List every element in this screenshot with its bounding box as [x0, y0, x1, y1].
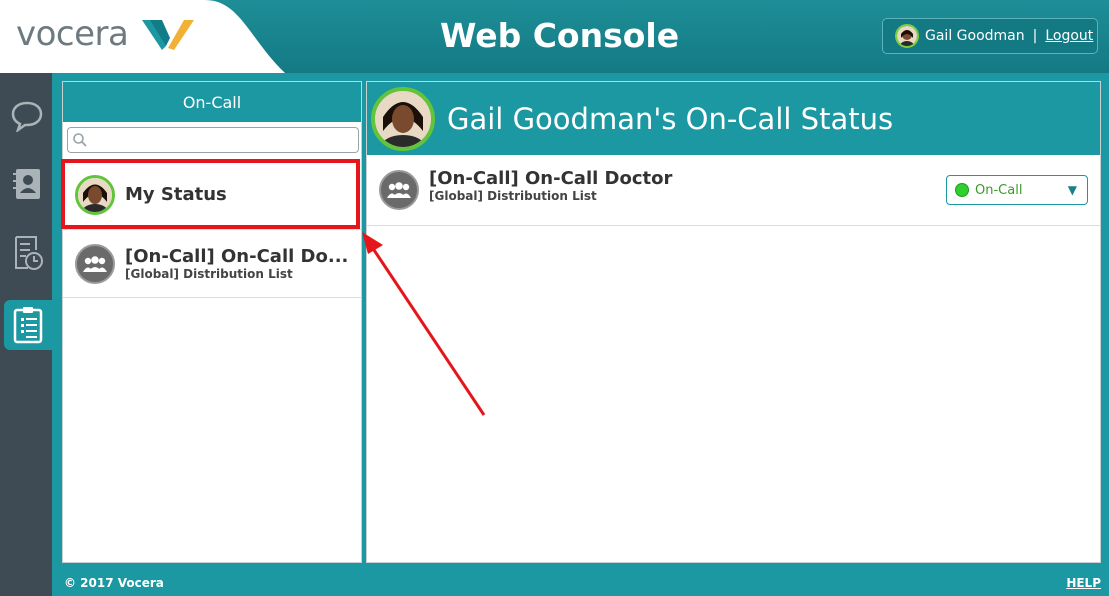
left-rail — [0, 73, 52, 596]
contacts-icon — [13, 169, 40, 199]
status-detail-panel: Gail Goodman's On-Call Status [On-Call] … — [366, 81, 1101, 563]
search-field[interactable] — [67, 127, 359, 153]
vocera-logo-icon — [142, 20, 194, 50]
copyright-text: © 2017 Vocera — [64, 576, 164, 590]
footer: © 2017 Vocera HELP — [52, 570, 1109, 596]
chevron-down-icon: ▼ — [1067, 183, 1077, 197]
rail-item-chat[interactable] — [4, 91, 50, 141]
oncall-list-panel: On-Call My Status [On-Call] On-Call Do..… — [62, 81, 362, 563]
status-value: On-Call — [975, 182, 1023, 198]
oncall-status-dropdown[interactable]: On-Call ▼ — [946, 175, 1088, 205]
group-type: [Global] Distribution List — [429, 188, 597, 203]
list-item-sublabel: [Global] Distribution List — [125, 267, 293, 281]
user-avatar — [895, 24, 919, 48]
list-item-my-status[interactable]: My Status — [63, 160, 361, 230]
search-icon — [73, 133, 87, 147]
rail-item-history[interactable] — [4, 228, 50, 278]
group-icon — [75, 243, 115, 284]
vocera-logo-text: vocera — [16, 14, 129, 54]
user-separator: | — [1032, 28, 1038, 44]
help-link[interactable]: HELP — [1066, 576, 1101, 590]
panel-title: On-Call — [63, 82, 361, 122]
search-input[interactable] — [90, 129, 350, 151]
list-item-oncall-doctor[interactable]: [On-Call] On-Call Do... [Global] Distrib… — [63, 230, 361, 298]
clipboard-icon — [13, 307, 43, 344]
app-title: Web Console — [440, 16, 680, 55]
history-icon — [15, 236, 43, 270]
profile-avatar — [371, 86, 435, 151]
rail-item-contacts[interactable] — [4, 159, 50, 209]
group-name: [On-Call] On-Call Doctor — [429, 167, 673, 189]
user-name: Gail Goodman — [925, 28, 1025, 44]
group-icon — [379, 170, 419, 210]
app-header: vocera Web Console Gail Goodman | Logout — [0, 0, 1109, 73]
user-menu[interactable]: Gail Goodman | Logout — [882, 18, 1098, 54]
rail-item-oncall[interactable] — [4, 300, 52, 350]
my-status-avatar — [75, 174, 115, 215]
logout-link[interactable]: Logout — [1045, 28, 1093, 44]
status-detail-header: Gail Goodman's On-Call Status — [367, 82, 1100, 155]
list-item-label: [On-Call] On-Call Do... — [125, 246, 349, 267]
status-dot-icon — [955, 183, 969, 197]
chat-icon — [11, 101, 43, 132]
list-item-label: My Status — [125, 184, 227, 205]
status-detail-title: Gail Goodman's On-Call Status — [447, 101, 894, 136]
